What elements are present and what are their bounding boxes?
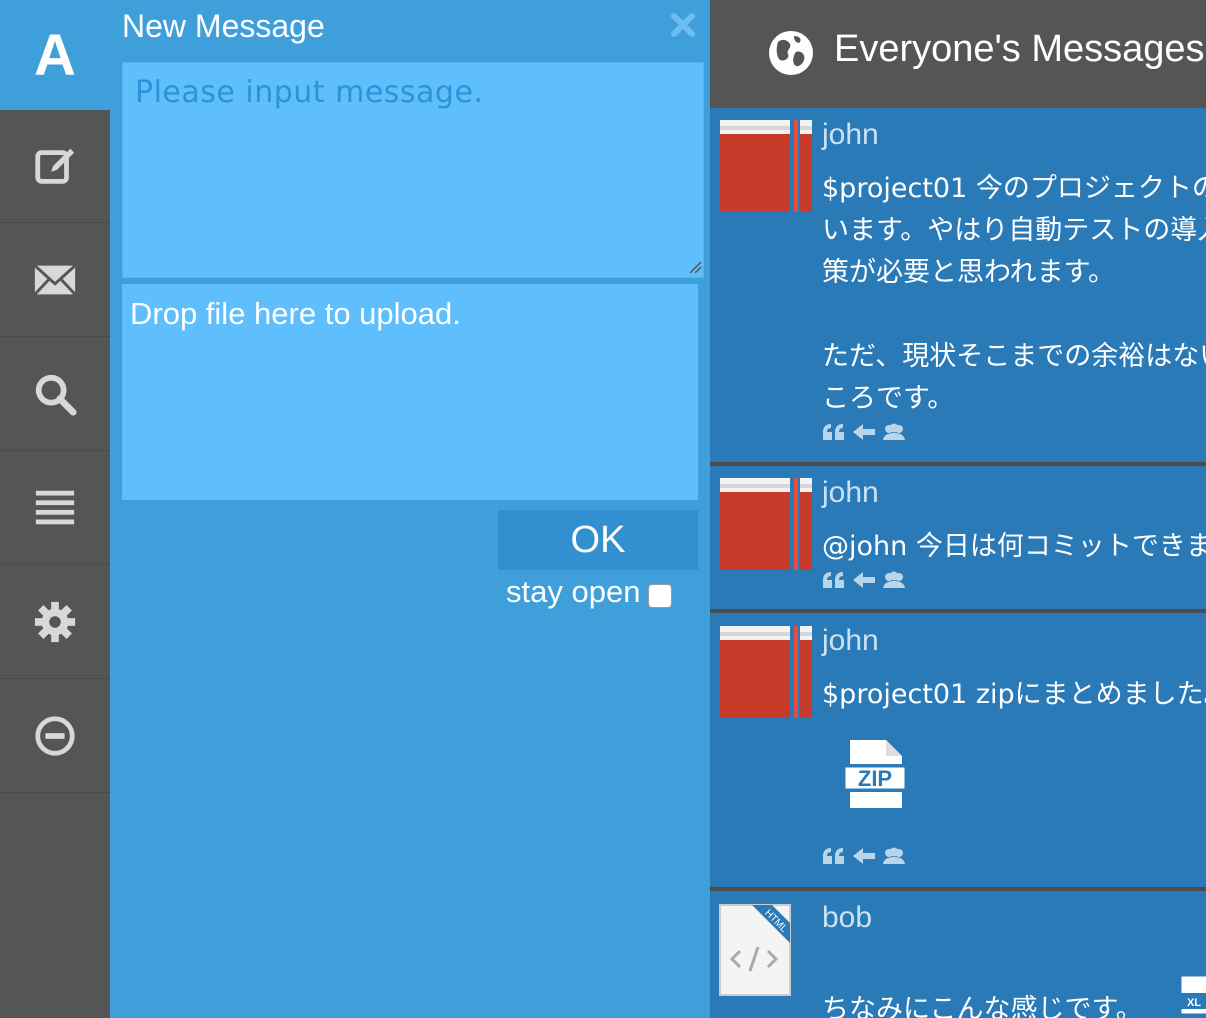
message-item: john $project01 今のプロジェクトの品質について悩んで います。や…: [710, 108, 1206, 464]
html-file-avatar-icon[interactable]: HTML: [718, 903, 792, 997]
message-line: $project01 zipにまとめました。: [822, 679, 1206, 710]
logo-letter: A: [34, 22, 76, 88]
book-avatar-icon[interactable]: [718, 624, 814, 720]
reply-arrow-icon[interactable]: [852, 570, 876, 590]
list-icon: [35, 490, 75, 525]
message-author[interactable]: john: [822, 118, 879, 152]
message-author[interactable]: john: [822, 476, 879, 510]
message-divider: [710, 609, 1206, 613]
stay-open-label: stay open: [506, 574, 641, 609]
mail-icon: [33, 264, 77, 296]
quote-icon[interactable]: [822, 570, 846, 590]
group-icon[interactable]: [882, 846, 906, 866]
sidebar-item-settings[interactable]: [0, 566, 110, 679]
xlsx-file-icon[interactable]: XL: [1180, 975, 1206, 1015]
ok-button[interactable]: OK: [498, 510, 698, 570]
message-line: ころです。: [822, 383, 955, 414]
compose-icon: [35, 148, 75, 184]
file-drop-zone[interactable]: Drop file here to upload.: [122, 284, 698, 500]
app-logo[interactable]: A: [0, 0, 110, 110]
message-line: ちなみにこんな感じです。: [822, 994, 1143, 1018]
message-line: います。やはり自動テストの導入など根本的な対: [822, 215, 1206, 246]
quote-icon[interactable]: [822, 846, 846, 866]
message-author[interactable]: bob: [822, 901, 872, 935]
compose-title: New Message: [122, 8, 325, 44]
stay-open-option: stay open: [506, 574, 673, 610]
svg-text:XL: XL: [1187, 997, 1201, 1009]
message-line: @john 今日は何コミットできますか？: [822, 531, 1206, 562]
sidebar-item-logout[interactable]: [0, 680, 110, 793]
timeline-header: Everyone's Messages: [710, 0, 1206, 108]
sidebar-item-compose[interactable]: [0, 110, 110, 223]
quote-icon[interactable]: [822, 422, 846, 442]
reply-arrow-icon[interactable]: [852, 846, 876, 866]
message-line: $project01 今のプロジェクトの品質について悩んで: [822, 173, 1206, 204]
zip-label: ZIP: [858, 766, 892, 791]
gear-icon: [34, 601, 76, 643]
message-item: john @john 今日は何コミットできますか？: [710, 466, 1206, 610]
message-input[interactable]: [122, 62, 704, 278]
zip-file-icon[interactable]: ZIP: [842, 738, 908, 810]
message-item: john $project01 zipにまとめました。 ZIP: [710, 614, 1206, 888]
sidebar-item-search[interactable]: [0, 338, 110, 451]
compose-panel: New Message Drop file here to upload. OK…: [110, 0, 710, 1018]
reply-arrow-icon[interactable]: [852, 422, 876, 442]
group-icon[interactable]: [882, 422, 906, 442]
message-line: ただ、現状そこまでの余裕はないのが悩ましいと: [822, 341, 1206, 372]
sidebar-item-mail[interactable]: [0, 224, 110, 337]
book-avatar-icon[interactable]: [718, 476, 814, 572]
logout-icon: [35, 716, 75, 756]
book-avatar-icon[interactable]: [718, 118, 814, 214]
group-icon[interactable]: [882, 570, 906, 590]
globe-icon: [769, 31, 813, 75]
timeline-panel: Everyone's Messages john $project01 今のプロ…: [710, 0, 1206, 1018]
sidebar: A: [0, 0, 110, 1018]
message-actions: [822, 846, 906, 866]
close-icon[interactable]: [668, 10, 698, 40]
resize-grip-icon[interactable]: [688, 260, 702, 274]
message-line: 策が必要と思われます。: [822, 257, 1115, 288]
message-actions: [822, 422, 906, 442]
search-icon: [35, 374, 77, 416]
timeline-title: Everyone's Messages: [834, 28, 1205, 70]
message-author[interactable]: john: [822, 624, 879, 658]
drop-zone-text: Drop file here to upload.: [130, 296, 461, 331]
stay-open-checkbox[interactable]: [648, 584, 673, 608]
sidebar-item-list[interactable]: [0, 452, 110, 565]
message-item: HTML bob ちなみにこんな感じです。 XL: [710, 891, 1206, 1018]
message-actions: [822, 570, 906, 590]
